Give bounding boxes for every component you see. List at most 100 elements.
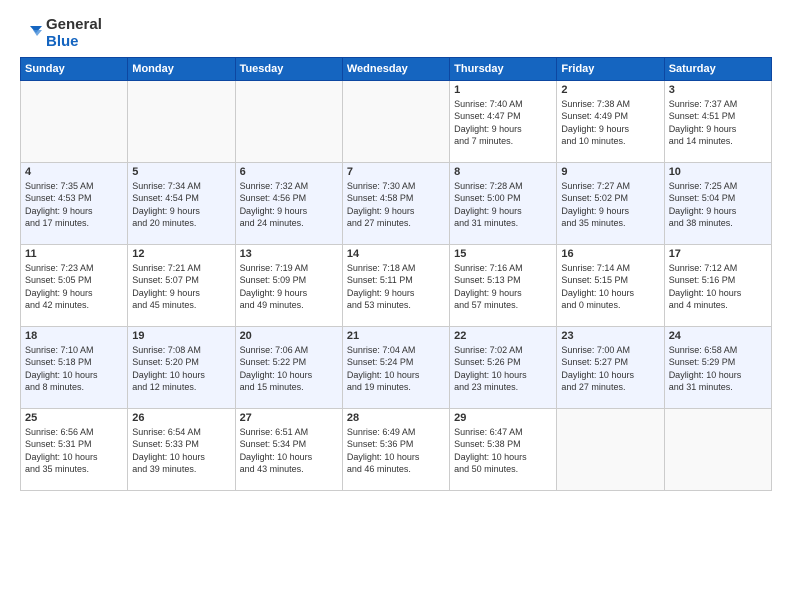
- calendar-day-20: 20 Sunrise: 7:06 AM Sunset: 5:22 PM Dayli…: [235, 326, 342, 408]
- day-info: Sunrise: 7:02 AM Sunset: 5:26 PM Dayligh…: [454, 344, 552, 394]
- calendar-day-4: 4 Sunrise: 7:35 AM Sunset: 4:53 PM Daylig…: [21, 162, 128, 244]
- calendar-day-10: 10 Sunrise: 7:25 AM Sunset: 5:04 PM Dayli…: [664, 162, 771, 244]
- calendar-week-row: 11 Sunrise: 7:23 AM Sunset: 5:05 PM Dayli…: [21, 244, 772, 326]
- day-number: 2: [561, 84, 659, 96]
- day-number: 20: [240, 330, 338, 342]
- day-info: Sunrise: 6:49 AM Sunset: 5:36 PM Dayligh…: [347, 426, 445, 476]
- calendar-day-22: 22 Sunrise: 7:02 AM Sunset: 5:26 PM Dayli…: [450, 326, 557, 408]
- day-info: Sunrise: 7:10 AM Sunset: 5:18 PM Dayligh…: [25, 344, 123, 394]
- calendar-day-11: 11 Sunrise: 7:23 AM Sunset: 5:05 PM Dayli…: [21, 244, 128, 326]
- day-info: Sunrise: 6:51 AM Sunset: 5:34 PM Dayligh…: [240, 426, 338, 476]
- day-info: Sunrise: 6:56 AM Sunset: 5:31 PM Dayligh…: [25, 426, 123, 476]
- calendar-day-23: 23Sunrise: 7:00 AM Sunset: 5:27 PM Dayli…: [557, 326, 664, 408]
- calendar-week-row: 18 Sunrise: 7:10 AM Sunset: 5:18 PM Dayli…: [21, 326, 772, 408]
- day-number: 18: [25, 330, 123, 342]
- calendar-day-15: 15 Sunrise: 7:16 AM Sunset: 5:13 PM Dayli…: [450, 244, 557, 326]
- calendar: SundayMondayTuesdayWednesdayThursdayFrid…: [20, 57, 772, 491]
- day-info: Sunrise: 6:54 AM Sunset: 5:33 PM Dayligh…: [132, 426, 230, 476]
- day-number: 12: [132, 248, 230, 260]
- calendar-day-9: 9Sunrise: 7:27 AM Sunset: 5:02 PM Daylig…: [557, 162, 664, 244]
- day-info: Sunrise: 7:06 AM Sunset: 5:22 PM Dayligh…: [240, 344, 338, 394]
- day-number: 16: [561, 248, 659, 260]
- page: General Blue SundayMondayTuesdayWednesda…: [0, 0, 792, 612]
- calendar-day-25: 25 Sunrise: 6:56 AM Sunset: 5:31 PM Dayli…: [21, 408, 128, 490]
- day-info: Sunrise: 7:08 AM Sunset: 5:20 PM Dayligh…: [132, 344, 230, 394]
- logo-bird-icon: [20, 24, 42, 42]
- day-info: Sunrise: 7:37 AM Sunset: 4:51 PM Dayligh…: [669, 98, 767, 148]
- day-number: 24: [669, 330, 767, 342]
- calendar-header-thursday: Thursday: [450, 57, 557, 80]
- calendar-day-12: 12 Sunrise: 7:21 AM Sunset: 5:07 PM Dayli…: [128, 244, 235, 326]
- calendar-day-21: 21 Sunrise: 7:04 AM Sunset: 5:24 PM Dayli…: [342, 326, 449, 408]
- calendar-header-wednesday: Wednesday: [342, 57, 449, 80]
- day-number: 6: [240, 166, 338, 178]
- header: General Blue: [20, 16, 772, 51]
- calendar-day-3: 3 Sunrise: 7:37 AM Sunset: 4:51 PM Daylig…: [664, 80, 771, 162]
- day-number: 25: [25, 412, 123, 424]
- calendar-day-13: 13 Sunrise: 7:19 AM Sunset: 5:09 PM Dayli…: [235, 244, 342, 326]
- day-info: Sunrise: 7:21 AM Sunset: 5:07 PM Dayligh…: [132, 262, 230, 312]
- calendar-day-empty: [557, 408, 664, 490]
- logo: General Blue: [20, 16, 102, 51]
- day-number: 3: [669, 84, 767, 96]
- calendar-header-tuesday: Tuesday: [235, 57, 342, 80]
- day-info: Sunrise: 7:12 AM Sunset: 5:16 PM Dayligh…: [669, 262, 767, 312]
- calendar-day-27: 27 Sunrise: 6:51 AM Sunset: 5:34 PM Dayli…: [235, 408, 342, 490]
- day-number: 8: [454, 166, 552, 178]
- day-number: 23: [561, 330, 659, 342]
- logo-blue: Blue: [46, 33, 102, 50]
- calendar-day-7: 7Sunrise: 7:30 AM Sunset: 4:58 PM Daylig…: [342, 162, 449, 244]
- calendar-day-6: 6 Sunrise: 7:32 AM Sunset: 4:56 PM Daylig…: [235, 162, 342, 244]
- calendar-day-19: 19 Sunrise: 7:08 AM Sunset: 5:20 PM Dayli…: [128, 326, 235, 408]
- calendar-week-row: 25 Sunrise: 6:56 AM Sunset: 5:31 PM Dayli…: [21, 408, 772, 490]
- calendar-header-saturday: Saturday: [664, 57, 771, 80]
- calendar-day-17: 17Sunrise: 7:12 AM Sunset: 5:16 PM Dayli…: [664, 244, 771, 326]
- day-info: Sunrise: 7:25 AM Sunset: 5:04 PM Dayligh…: [669, 180, 767, 230]
- calendar-week-row: 1 Sunrise: 7:40 AM Sunset: 4:47 PM Daylig…: [21, 80, 772, 162]
- day-info: Sunrise: 7:23 AM Sunset: 5:05 PM Dayligh…: [25, 262, 123, 312]
- day-number: 1: [454, 84, 552, 96]
- day-info: Sunrise: 7:27 AM Sunset: 5:02 PM Dayligh…: [561, 180, 659, 230]
- calendar-header-friday: Friday: [557, 57, 664, 80]
- day-number: 28: [347, 412, 445, 424]
- day-info: Sunrise: 7:30 AM Sunset: 4:58 PM Dayligh…: [347, 180, 445, 230]
- calendar-day-1: 1 Sunrise: 7:40 AM Sunset: 4:47 PM Daylig…: [450, 80, 557, 162]
- calendar-day-empty: [342, 80, 449, 162]
- day-info: Sunrise: 7:19 AM Sunset: 5:09 PM Dayligh…: [240, 262, 338, 312]
- day-number: 15: [454, 248, 552, 260]
- calendar-day-empty: [664, 408, 771, 490]
- day-number: 21: [347, 330, 445, 342]
- day-number: 22: [454, 330, 552, 342]
- calendar-day-empty: [235, 80, 342, 162]
- calendar-day-5: 5Sunrise: 7:34 AM Sunset: 4:54 PM Daylig…: [128, 162, 235, 244]
- calendar-day-16: 16 Sunrise: 7:14 AM Sunset: 5:15 PM Dayli…: [557, 244, 664, 326]
- day-info: Sunrise: 7:38 AM Sunset: 4:49 PM Dayligh…: [561, 98, 659, 148]
- calendar-week-row: 4 Sunrise: 7:35 AM Sunset: 4:53 PM Daylig…: [21, 162, 772, 244]
- calendar-day-empty: [128, 80, 235, 162]
- calendar-header-row: SundayMondayTuesdayWednesdayThursdayFrid…: [21, 57, 772, 80]
- day-info: Sunrise: 7:40 AM Sunset: 4:47 PM Dayligh…: [454, 98, 552, 148]
- logo-general: General: [46, 16, 102, 33]
- day-number: 4: [25, 166, 123, 178]
- day-info: Sunrise: 7:32 AM Sunset: 4:56 PM Dayligh…: [240, 180, 338, 230]
- day-number: 27: [240, 412, 338, 424]
- day-number: 14: [347, 248, 445, 260]
- day-number: 26: [132, 412, 230, 424]
- day-info: Sunrise: 6:47 AM Sunset: 5:38 PM Dayligh…: [454, 426, 552, 476]
- day-number: 11: [25, 248, 123, 260]
- day-number: 13: [240, 248, 338, 260]
- day-number: 10: [669, 166, 767, 178]
- day-info: Sunrise: 7:35 AM Sunset: 4:53 PM Dayligh…: [25, 180, 123, 230]
- calendar-day-14: 14Sunrise: 7:18 AM Sunset: 5:11 PM Dayli…: [342, 244, 449, 326]
- calendar-header-sunday: Sunday: [21, 57, 128, 80]
- calendar-day-2: 2 Sunrise: 7:38 AM Sunset: 4:49 PM Daylig…: [557, 80, 664, 162]
- day-info: Sunrise: 7:16 AM Sunset: 5:13 PM Dayligh…: [454, 262, 552, 312]
- day-info: Sunrise: 7:04 AM Sunset: 5:24 PM Dayligh…: [347, 344, 445, 394]
- day-info: Sunrise: 7:34 AM Sunset: 4:54 PM Dayligh…: [132, 180, 230, 230]
- calendar-header-monday: Monday: [128, 57, 235, 80]
- day-number: 29: [454, 412, 552, 424]
- calendar-day-empty: [21, 80, 128, 162]
- day-number: 19: [132, 330, 230, 342]
- day-info: Sunrise: 7:14 AM Sunset: 5:15 PM Dayligh…: [561, 262, 659, 312]
- calendar-day-18: 18 Sunrise: 7:10 AM Sunset: 5:18 PM Dayli…: [21, 326, 128, 408]
